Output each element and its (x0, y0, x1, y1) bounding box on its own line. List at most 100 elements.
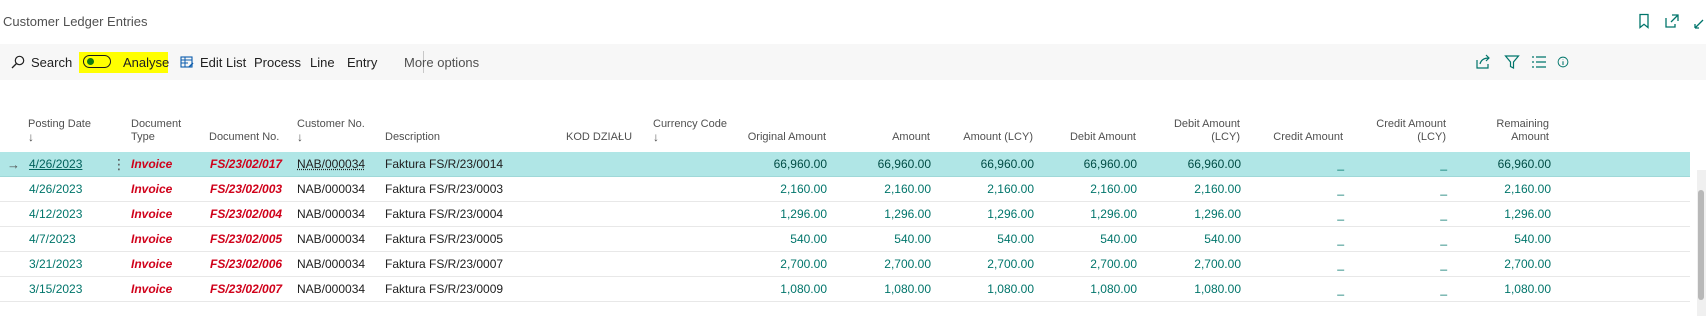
collapse-icon[interactable] (1690, 15, 1706, 33)
current-row-arrow-icon: → (7, 157, 20, 172)
amount-cell[interactable]: 2,700.00 (831, 252, 931, 277)
amount-cell[interactable]: 1,296.00 (831, 202, 931, 227)
original-amount-cell[interactable]: 1,080.00 (727, 277, 827, 302)
col-kod-dzialu[interactable]: KOD DZIAŁU (566, 131, 632, 144)
amount-lcy-cell[interactable]: 66,960.00 (934, 152, 1034, 177)
amount-lcy-cell[interactable]: 1,296.00 (934, 202, 1034, 227)
edit-list-button[interactable]: Edit List (180, 44, 246, 80)
share-icon[interactable] (1474, 53, 1492, 71)
col-customer-no[interactable]: Customer No. ↓ (297, 118, 365, 144)
info-icon[interactable] (1557, 53, 1569, 71)
debit-amount-lcy-cell: 1,296.00 (1194, 207, 1241, 221)
posting-date-cell[interactable]: 4/12/2023 (29, 202, 82, 227)
vertical-scrollbar[interactable] (1697, 170, 1706, 316)
description-cell: Faktura FS/R/23/0003 (385, 182, 504, 196)
col-debit-amount-label: Debit Amount (1069, 131, 1136, 143)
analyse-toggle[interactable]: Analyse (79, 52, 169, 73)
col-posting-date[interactable]: Posting Date ↓ (28, 118, 91, 144)
credit-amount-cell: _ (1337, 157, 1344, 171)
original-amount-cell[interactable]: 540.00 (727, 227, 827, 252)
remaining-amount-cell[interactable]: 1,080.00 (1451, 277, 1551, 302)
search-button[interactable]: Search (11, 44, 72, 80)
customer-no-cell[interactable]: NAB/000034 (297, 227, 365, 252)
original-amount-cell[interactable]: 2,700.00 (727, 252, 827, 277)
table-row[interactable]: 3/15/2023 Invoice FS/23/02/007 NAB/00003… (0, 277, 1690, 302)
remaining-amount-cell[interactable]: 2,700.00 (1451, 252, 1551, 277)
original-amount-cell[interactable]: 66,960.00 (727, 152, 827, 177)
credit-amount-cell: _ (1337, 257, 1344, 271)
col-remaining-amount[interactable]: Remaining Amount (1449, 118, 1549, 144)
amount-lcy-cell[interactable]: 2,160.00 (934, 177, 1034, 202)
amount-cell[interactable]: 540.00 (831, 227, 931, 252)
process-label: Process (254, 54, 301, 70)
sort-desc-icon: ↓ (653, 130, 659, 144)
col-description[interactable]: Description (385, 131, 440, 144)
col-debit-amount-lcy[interactable]: Debit Amount (LCY) (1140, 118, 1240, 144)
col-customer-no-label: Customer No. (297, 118, 365, 130)
filter-icon[interactable] (1503, 53, 1521, 71)
col-credit-amount-lcy-label-1: Credit Amount (1376, 118, 1446, 130)
col-amount-lcy[interactable]: Amount (LCY) (933, 131, 1033, 144)
col-credit-amount-lcy[interactable]: Credit Amount (LCY) (1346, 118, 1446, 144)
col-amount[interactable]: Amount (830, 131, 930, 144)
table-row[interactable]: 4/26/2023 Invoice FS/23/02/003 NAB/00003… (0, 177, 1690, 202)
posting-date-cell[interactable]: 4/26/2023 (29, 152, 82, 177)
remaining-amount-cell[interactable]: 66,960.00 (1451, 152, 1551, 177)
document-type-cell: Invoice (131, 257, 173, 271)
amount-lcy-cell[interactable]: 1,080.00 (934, 277, 1034, 302)
more-options-button[interactable]: More options (404, 44, 479, 80)
bookmark-icon[interactable] (1635, 12, 1653, 30)
toggle-switch[interactable] (83, 55, 111, 68)
credit-amount-lcy-cell: _ (1440, 257, 1447, 271)
remaining-amount-cell[interactable]: 540.00 (1451, 227, 1551, 252)
amount-lcy-cell[interactable]: 2,700.00 (934, 252, 1034, 277)
table-row[interactable]: 4/12/2023 Invoice FS/23/02/004 NAB/00003… (0, 202, 1690, 227)
scrollbar-thumb[interactable] (1698, 190, 1704, 300)
process-menu[interactable]: Process (254, 44, 301, 80)
table-row[interactable]: 3/21/2023 Invoice FS/23/02/006 NAB/00003… (0, 252, 1690, 277)
line-menu[interactable]: Line (310, 44, 335, 80)
posting-date-cell[interactable]: 4/26/2023 (29, 177, 82, 202)
document-no-cell: FS/23/02/017 (210, 157, 283, 171)
col-amount-label: Amount (892, 131, 930, 143)
customer-no-cell[interactable]: NAB/000034 (297, 152, 365, 177)
posting-date-cell[interactable]: 3/21/2023 (29, 252, 82, 277)
amount-lcy-cell[interactable]: 540.00 (934, 227, 1034, 252)
list-view-icon[interactable] (1530, 53, 1548, 71)
col-original-amount[interactable]: Original Amount (726, 131, 826, 144)
col-document-no[interactable]: Document No. (209, 131, 279, 144)
row-menu-icon[interactable]: ⋮ (112, 152, 126, 177)
description-cell: Faktura FS/R/23/0005 (385, 232, 504, 246)
customer-no-cell[interactable]: NAB/000034 (297, 277, 365, 302)
open-new-window-icon[interactable] (1663, 12, 1681, 30)
col-currency-code[interactable]: Currency Code ↓ (653, 118, 727, 144)
amount-cell[interactable]: 1,080.00 (831, 277, 931, 302)
sort-desc-icon: ↓ (297, 130, 303, 144)
col-remaining-amount-label-2: Amount (1511, 131, 1549, 143)
debit-amount-cell: 2,700.00 (1090, 257, 1137, 271)
amount-cell[interactable]: 66,960.00 (831, 152, 931, 177)
customer-no-cell[interactable]: NAB/000034 (297, 252, 365, 277)
posting-date-cell[interactable]: 4/7/2023 (29, 227, 76, 252)
amount-cell[interactable]: 2,160.00 (831, 177, 931, 202)
remaining-amount-cell[interactable]: 2,160.00 (1451, 177, 1551, 202)
description-cell: Faktura FS/R/23/0009 (385, 282, 504, 296)
customer-no-cell[interactable]: NAB/000034 (297, 177, 365, 202)
entry-menu[interactable]: Entry (347, 44, 377, 80)
table-row[interactable]: 4/7/2023 Invoice FS/23/02/005 NAB/000034… (0, 227, 1690, 252)
original-amount-cell[interactable]: 2,160.00 (727, 177, 827, 202)
debit-amount-cell: 66,960.00 (1083, 157, 1137, 171)
col-credit-amount[interactable]: Credit Amount (1243, 131, 1343, 144)
col-document-type[interactable]: Document Type (131, 118, 181, 144)
document-no-cell: FS/23/02/004 (210, 207, 283, 221)
col-debit-amount[interactable]: Debit Amount (1036, 131, 1136, 144)
col-original-amount-label: Original Amount (747, 131, 826, 143)
customer-no-cell[interactable]: NAB/000034 (297, 202, 365, 227)
col-debit-amount-lcy-label-2: (LCY) (1211, 131, 1240, 143)
posting-date-cell[interactable]: 3/15/2023 (29, 277, 82, 302)
col-posting-date-label: Posting Date (28, 118, 91, 130)
table-row[interactable]: → 4/26/2023 ⋮ Invoice FS/23/02/017 NAB/0… (0, 152, 1690, 177)
original-amount-cell[interactable]: 1,296.00 (727, 202, 827, 227)
remaining-amount-cell[interactable]: 1,296.00 (1451, 202, 1551, 227)
action-bar: Search Analyse Edit List Process Line En… (0, 44, 1706, 81)
